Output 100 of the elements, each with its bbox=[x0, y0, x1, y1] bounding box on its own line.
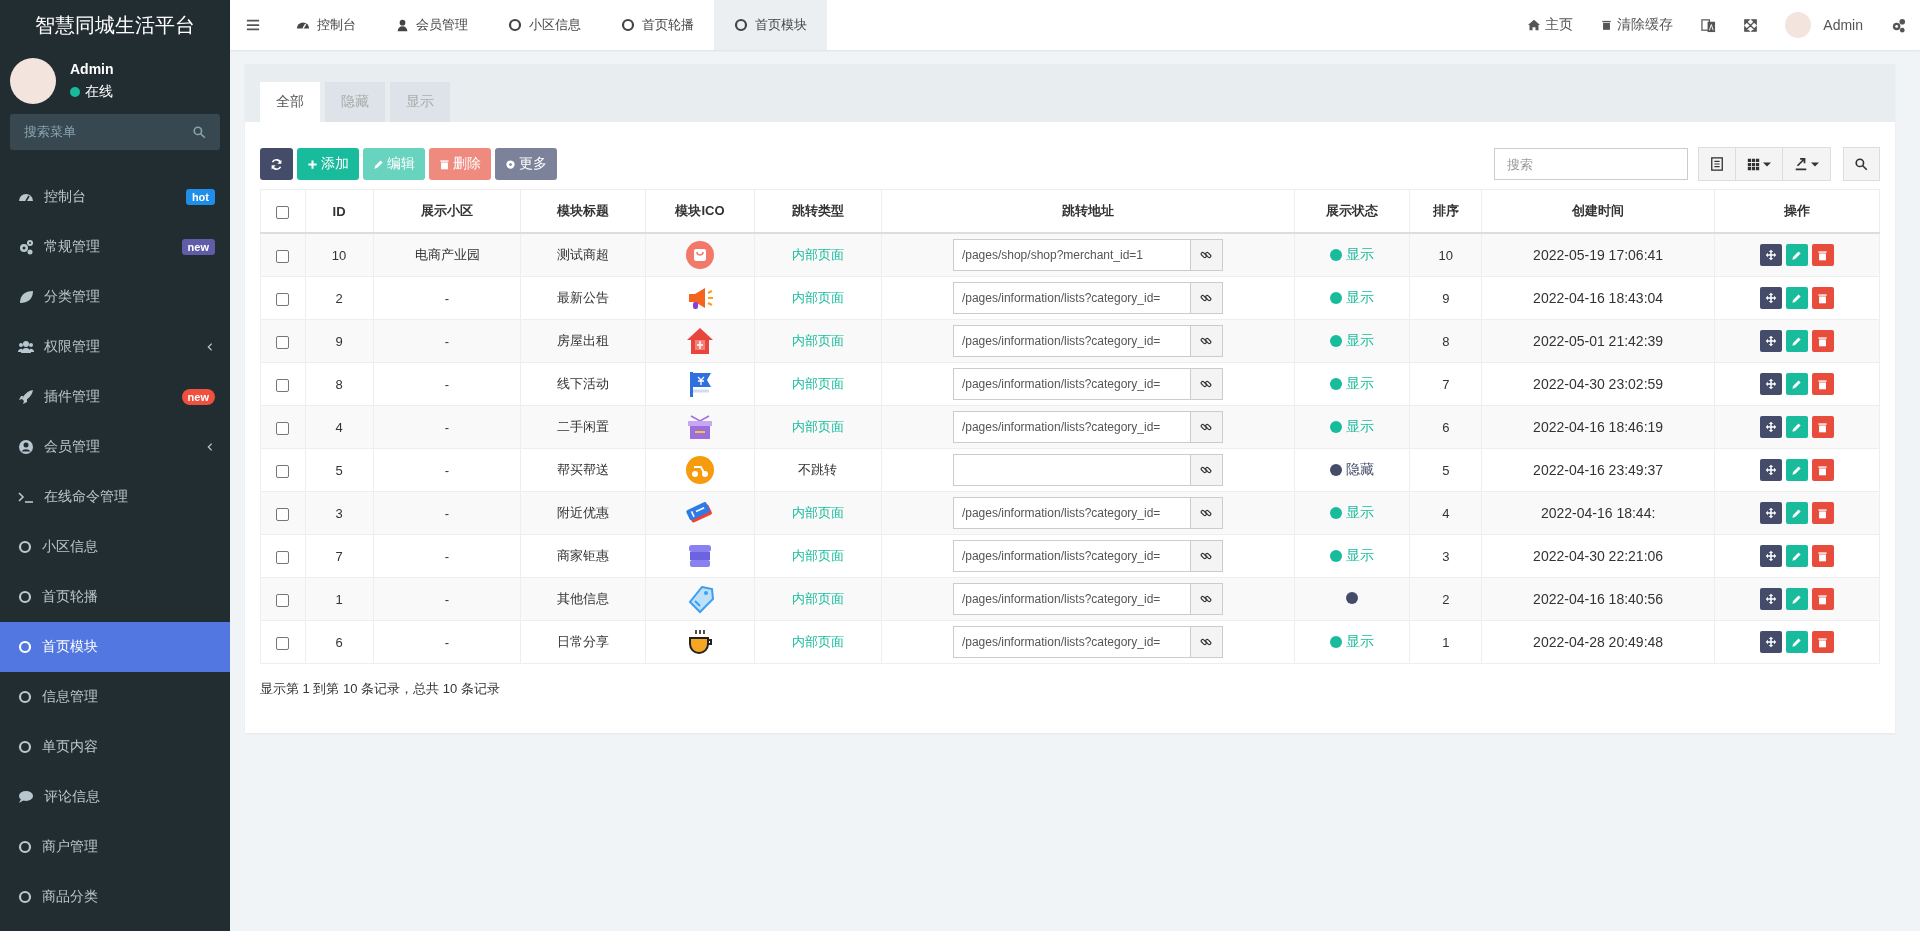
move-button[interactable] bbox=[1759, 502, 1782, 524]
url-field[interactable]: /pages/information/lists?category_id= bbox=[952, 282, 1191, 314]
link-button[interactable] bbox=[1190, 583, 1223, 615]
sidebar-item[interactable]: 会员管理 bbox=[0, 422, 230, 472]
export-button[interactable] bbox=[1783, 147, 1831, 181]
delete-button[interactable] bbox=[1811, 631, 1834, 653]
move-button[interactable] bbox=[1759, 545, 1782, 567]
row-checkbox[interactable] bbox=[276, 421, 290, 435]
search-icon bbox=[1855, 157, 1868, 171]
url-field[interactable]: /pages/information/lists?category_id= bbox=[952, 583, 1191, 615]
column-header: 模块标题 bbox=[557, 203, 610, 218]
link-button[interactable] bbox=[1190, 411, 1223, 443]
url-field[interactable]: /pages/information/lists?category_id= bbox=[952, 368, 1191, 400]
select-all-checkbox[interactable] bbox=[276, 205, 290, 219]
sidebar-item[interactable]: 首页模块 bbox=[0, 622, 230, 672]
url-field[interactable]: /pages/information/lists?category_id= bbox=[952, 540, 1191, 572]
toggle-view-button[interactable] bbox=[1698, 147, 1736, 181]
table-cell: 6 bbox=[335, 634, 343, 650]
row-checkbox[interactable] bbox=[276, 378, 290, 392]
nav-tab[interactable]: 控制台 bbox=[276, 0, 376, 50]
trash-icon bbox=[1817, 249, 1829, 261]
more-button[interactable]: 更多 bbox=[495, 148, 557, 180]
sidebar-item[interactable]: 商户管理 bbox=[0, 822, 230, 872]
nav-tab[interactable]: 小区信息 bbox=[488, 0, 601, 50]
sidebar-item[interactable]: 权限管理 bbox=[0, 322, 230, 372]
table-cell: 日常分享 bbox=[557, 634, 610, 649]
user-name: Admin bbox=[70, 61, 114, 77]
link-button[interactable] bbox=[1190, 454, 1223, 486]
delete-button[interactable] bbox=[1811, 459, 1834, 481]
menu-search-field[interactable]: 搜索菜单 bbox=[10, 114, 220, 150]
delete-button[interactable] bbox=[1811, 416, 1834, 438]
link-button[interactable] bbox=[1190, 239, 1223, 271]
row-checkbox[interactable] bbox=[276, 464, 290, 478]
sidebar-item[interactable]: 小区信息 bbox=[0, 522, 230, 572]
delete-button[interactable] bbox=[1811, 588, 1834, 610]
sidebar-item[interactable]: 评论信息 bbox=[0, 772, 230, 822]
link-button[interactable] bbox=[1190, 497, 1223, 529]
search-button[interactable] bbox=[1843, 147, 1880, 181]
row-checkbox[interactable] bbox=[276, 292, 290, 306]
move-button[interactable] bbox=[1759, 416, 1782, 438]
refresh-button[interactable] bbox=[260, 148, 293, 180]
move-button[interactable] bbox=[1759, 287, 1782, 309]
row-checkbox[interactable] bbox=[276, 335, 290, 349]
link-button[interactable] bbox=[1190, 626, 1223, 658]
fullscreen-icon bbox=[1744, 18, 1758, 32]
nav-tab[interactable]: 首页轮播 bbox=[601, 0, 714, 50]
sidebar-item[interactable]: 商品分类 bbox=[0, 872, 230, 922]
row-checkbox[interactable] bbox=[276, 636, 290, 650]
table-cell: - bbox=[444, 548, 450, 564]
url-field[interactable]: /pages/information/lists?category_id= bbox=[952, 626, 1191, 658]
nav-tab[interactable]: 首页模块 bbox=[714, 0, 827, 50]
url-field[interactable]: /pages/information/lists?category_id= bbox=[952, 325, 1191, 357]
circle-icon bbox=[18, 590, 32, 604]
link-button[interactable] bbox=[1190, 325, 1223, 357]
clear-cache-link[interactable]: 清除缓存 bbox=[1587, 0, 1688, 50]
chevron-left-icon bbox=[205, 442, 215, 452]
move-button[interactable] bbox=[1759, 373, 1782, 395]
sidebar-item[interactable]: 信息管理 bbox=[0, 672, 230, 722]
scooter-icon bbox=[685, 455, 716, 485]
delete-button[interactable] bbox=[1811, 287, 1834, 309]
url-field[interactable]: /pages/shop/shop?merchant_id=1 bbox=[952, 239, 1191, 271]
row-checkbox[interactable] bbox=[276, 593, 290, 607]
move-button[interactable] bbox=[1759, 459, 1782, 481]
columns-button[interactable] bbox=[1736, 147, 1783, 181]
url-field[interactable] bbox=[952, 454, 1191, 486]
sidebar-item[interactable]: 单页内容 bbox=[0, 722, 230, 772]
sidebar-item[interactable]: 在线命令管理 bbox=[0, 472, 230, 522]
delete-button[interactable] bbox=[1811, 330, 1834, 352]
link-icon bbox=[1200, 335, 1213, 347]
sidebar-item[interactable]: 首页轮播 bbox=[0, 572, 230, 622]
nav-tab[interactable]: 会员管理 bbox=[376, 0, 488, 50]
sidebar-item[interactable]: 分类管理 bbox=[0, 272, 230, 322]
delete-button[interactable] bbox=[1811, 545, 1834, 567]
delete-button[interactable] bbox=[1811, 244, 1834, 266]
search-field[interactable]: 搜索 bbox=[1494, 148, 1688, 180]
row-checkbox[interactable] bbox=[276, 550, 290, 564]
link-icon bbox=[1200, 378, 1213, 390]
move-button[interactable] bbox=[1759, 244, 1782, 266]
link-icon bbox=[1200, 421, 1213, 433]
move-button[interactable] bbox=[1759, 631, 1782, 653]
delete-button[interactable] bbox=[1811, 502, 1834, 524]
move-button[interactable] bbox=[1759, 588, 1782, 610]
status-label: 显示 bbox=[1346, 289, 1375, 307]
link-button[interactable] bbox=[1190, 540, 1223, 572]
user-menu[interactable]: Admin bbox=[1823, 17, 1863, 33]
sidebar-item[interactable]: 常规管理 new bbox=[0, 222, 230, 272]
filter-tab[interactable]: 全部 bbox=[260, 82, 320, 122]
link-button[interactable] bbox=[1190, 368, 1223, 400]
row-checkbox[interactable] bbox=[276, 249, 290, 263]
link-button[interactable] bbox=[1190, 282, 1223, 314]
sidebar-item[interactable]: 插件管理 new bbox=[0, 372, 230, 422]
row-checkbox[interactable] bbox=[276, 507, 290, 521]
move-button[interactable] bbox=[1759, 330, 1782, 352]
pencil-icon bbox=[1791, 292, 1803, 304]
sidebar-item[interactable]: 控制台 hot bbox=[0, 172, 230, 222]
url-field[interactable]: /pages/information/lists?category_id= bbox=[952, 411, 1191, 443]
home-link[interactable]: 主页 bbox=[1514, 0, 1588, 50]
search-icon bbox=[193, 125, 206, 139]
delete-button[interactable] bbox=[1811, 373, 1834, 395]
url-field[interactable]: /pages/information/lists?category_id= bbox=[952, 497, 1191, 529]
